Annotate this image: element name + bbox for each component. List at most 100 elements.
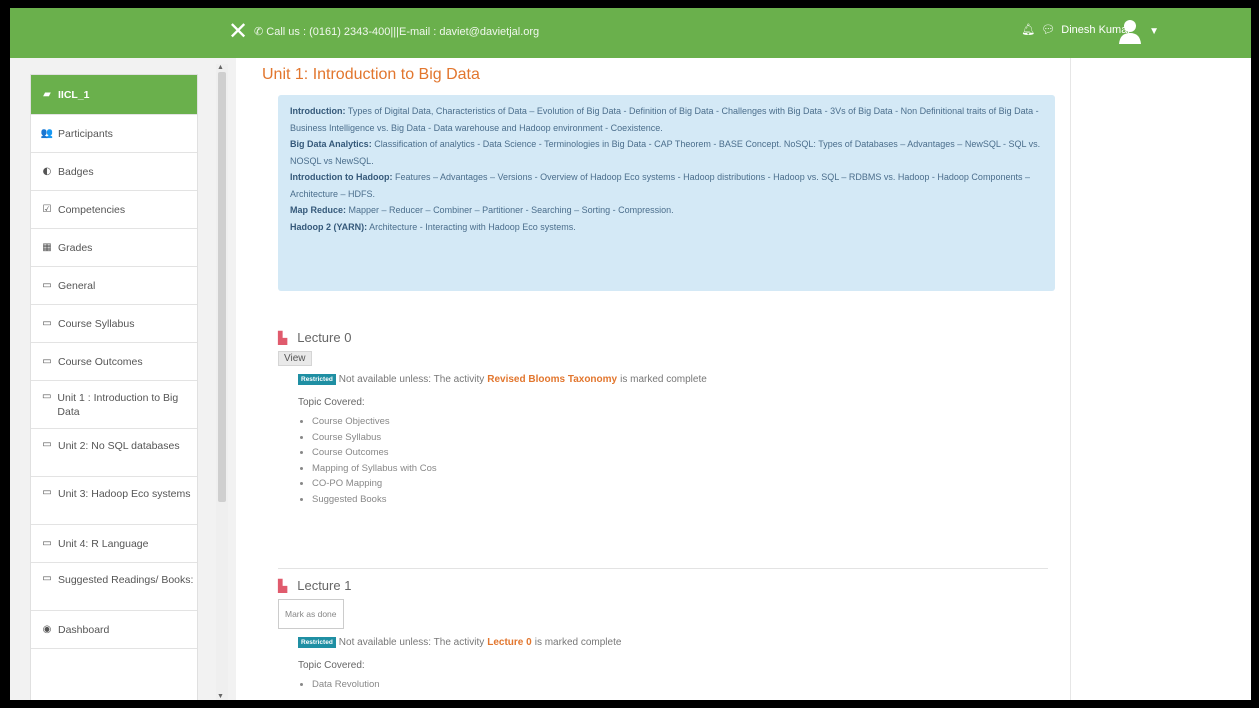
lecture-title[interactable]: Lecture 0 (297, 330, 351, 345)
list-item: Mapping of Syllabus with Cos (312, 461, 1048, 477)
activity-link[interactable]: Revised Blooms Taxonomy (487, 374, 617, 385)
phone-icon: ✆ (254, 26, 264, 38)
folder-icon: ▭ (42, 573, 52, 584)
summary-heading: Big Data Analytics: (290, 139, 372, 149)
sidebar-item-unit-1-introduction-to-big-data[interactable]: ▭ Unit 1 : Introduction to Big Data (31, 381, 197, 429)
user-menu[interactable]: 🔔︎ 💬︎ Dinesh Kumar (1021, 23, 1131, 37)
folder-icon: ▭ (42, 318, 52, 329)
bell-icon[interactable]: 🔔︎ (1021, 23, 1035, 36)
lecture-block: ▙ Lecture 1 Mark as done Restricted Not avai… (278, 578, 1048, 693)
sidebar-item-label: Course Syllabus (58, 317, 135, 330)
sidebar-item-label: Unit 4: R Language (58, 537, 149, 550)
sidebar-item-label: Competencies (58, 203, 126, 216)
sidebar-item-iicl-1[interactable]: ▰ IICL_1 (31, 75, 197, 115)
sidebar-item-competencies[interactable]: ☑ Competencies (31, 191, 197, 229)
sidebar-item-label: Badges (58, 165, 94, 178)
restriction-text: Not available unless: The activity (338, 637, 485, 648)
restriction-notice: Restricted Not available unless: The acti… (298, 637, 1048, 648)
avatar-icon[interactable] (1117, 18, 1143, 44)
file-icon: ▙ (278, 578, 288, 593)
sidebar-item-label: Participants (58, 127, 113, 140)
lecture-title[interactable]: Lecture 1 (297, 578, 351, 593)
sidebar-item-participants[interactable]: 👥 Participants (31, 115, 197, 153)
activity-link[interactable]: Lecture 0 (487, 637, 531, 648)
sidebar-item-label: Suggested Readings/ Books: (58, 574, 194, 586)
folder-icon: ▭ (42, 356, 52, 367)
sidebar-item-unit-4-r-language[interactable]: ▭ Unit 4: R Language (31, 525, 197, 563)
restricted-badge: Restricted (298, 637, 336, 648)
sidebar-item-course-syllabus[interactable]: ▭ Course Syllabus (31, 305, 197, 343)
sidebar-item-label: General (58, 279, 96, 292)
sidebar-item-label: Course Outcomes (58, 355, 143, 368)
sidebar-item-label: IICL_1 (58, 88, 90, 101)
folder-icon: ▭ (42, 439, 52, 450)
sidebar-item-general[interactable]: ▭ General (31, 267, 197, 305)
summary-text: Architecture - Interacting with Hadoop E… (367, 221, 576, 232)
lecture-block: ▙ Lecture 0 View Restricted Not available un… (278, 330, 1048, 507)
sidebar-item-grades[interactable]: ▦ Grades (31, 229, 197, 267)
list-item: Course Syllabus (312, 430, 1048, 446)
app-frame: ✕ ✆ Call us : (0161) 2343-400|||E-mail :… (10, 8, 1251, 700)
file-icon: ▙ (278, 330, 288, 345)
folder-icon: ▭ (41, 391, 52, 402)
contact-info: ✆ Call us : (0161) 2343-400|||E-mail : d… (254, 26, 540, 38)
chat-icon[interactable]: 💬︎ (1041, 23, 1055, 36)
folder-icon: ▭ (42, 280, 52, 291)
chevron-down-icon[interactable]: ▼ (1149, 26, 1159, 37)
restricted-badge: Restricted (298, 374, 336, 385)
sidebar-item-label: Grades (58, 241, 93, 254)
competencies-icon: ☑ (42, 204, 52, 215)
summary-heading: Introduction to Hadoop: (290, 172, 393, 182)
scroll-down-icon[interactable]: ▼ (217, 693, 224, 700)
course-content: Unit 1: Introduction to Big Data Introdu… (236, 58, 1070, 700)
sidebar-item-label: Unit 3: Hadoop Eco systems (58, 488, 191, 500)
mark-as-done-button[interactable]: Mark as done (278, 599, 344, 629)
course-icon: ▰ (43, 89, 51, 100)
close-icon[interactable]: ✕ (228, 18, 248, 44)
sidebar-item-unit-2-no-sql-databases[interactable]: ▭ Unit 2: No SQL databases (31, 429, 197, 477)
list-item: Course Objectives (312, 414, 1048, 430)
top-navbar: ✕ ✆ Call us : (0161) 2343-400|||E-mail :… (10, 8, 1251, 58)
list-item: Data Revolution (312, 677, 1048, 693)
summary-heading: Hadoop 2 (YARN): (290, 221, 368, 232)
summary-text: Types of Digital Data, Characteristics o… (290, 106, 1039, 133)
restriction-notice: Restricted Not available unless: The acti… (298, 374, 1048, 385)
folder-icon: ▭ (42, 538, 52, 549)
grades-icon: ▦ (42, 242, 52, 253)
list-item: CO-PO Mapping (312, 476, 1048, 492)
summary-text: Features – Advantages – Versions - Overv… (290, 172, 1030, 199)
view-button[interactable]: View (278, 351, 312, 366)
unit-summary: Introduction: Types of Digital Data, Cha… (278, 95, 1055, 291)
restriction-text-end: is marked complete (620, 374, 707, 385)
topic-label: Topic Covered: (298, 660, 365, 671)
restriction-text-end: is marked complete (534, 637, 622, 648)
sidebar-scrollbar[interactable]: ▲ ▼ (216, 64, 228, 700)
summary-heading: Map Reduce: (290, 205, 347, 215)
dashboard-icon: ◉ (42, 624, 52, 635)
folder-icon: ▭ (42, 487, 52, 498)
summary-heading: Introduction: (290, 106, 346, 116)
sidebar-item-label: Dashboard (58, 623, 110, 636)
page-title: Unit 1: Introduction to Big Data (262, 66, 480, 83)
right-panel (1070, 58, 1251, 700)
sidebar-item-dashboard[interactable]: ◉ Dashboard (31, 611, 197, 649)
sidebar-item-unit-3-hadoop-eco-systems[interactable]: ▭ Unit 3: Hadoop Eco systems (31, 477, 197, 525)
summary-text: Classification of analytics - Data Scien… (290, 139, 1041, 166)
badges-icon: ◐ (42, 166, 52, 177)
sidebar-item-badges[interactable]: ◐ Badges (31, 153, 197, 191)
divider (278, 568, 1048, 569)
scroll-up-icon[interactable]: ▲ (217, 64, 224, 71)
lecture-header[interactable]: ▙ Lecture 0 (278, 330, 1048, 345)
sidebar-item-suggested-readings-books[interactable]: ▭ Suggested Readings/ Books: (31, 563, 197, 611)
participants-icon: 👥 (40, 128, 54, 139)
list-item: Suggested Books (312, 492, 1048, 508)
topic-label: Topic Covered: (298, 397, 365, 408)
sidebar-item-course-outcomes[interactable]: ▭ Course Outcomes (31, 343, 197, 381)
topic-list: Course ObjectivesCourse SyllabusCourse O… (298, 414, 1048, 507)
topic-list: Data Revolution (298, 677, 1048, 693)
lecture-header[interactable]: ▙ Lecture 1 (278, 578, 1048, 593)
scrollbar-thumb[interactable] (218, 72, 226, 502)
list-item: Course Outcomes (312, 445, 1048, 461)
summary-text: Mapper – Reducer – Combiner – Partitione… (346, 205, 674, 215)
sidebar-item-label: Unit 2: No SQL databases (58, 440, 180, 452)
